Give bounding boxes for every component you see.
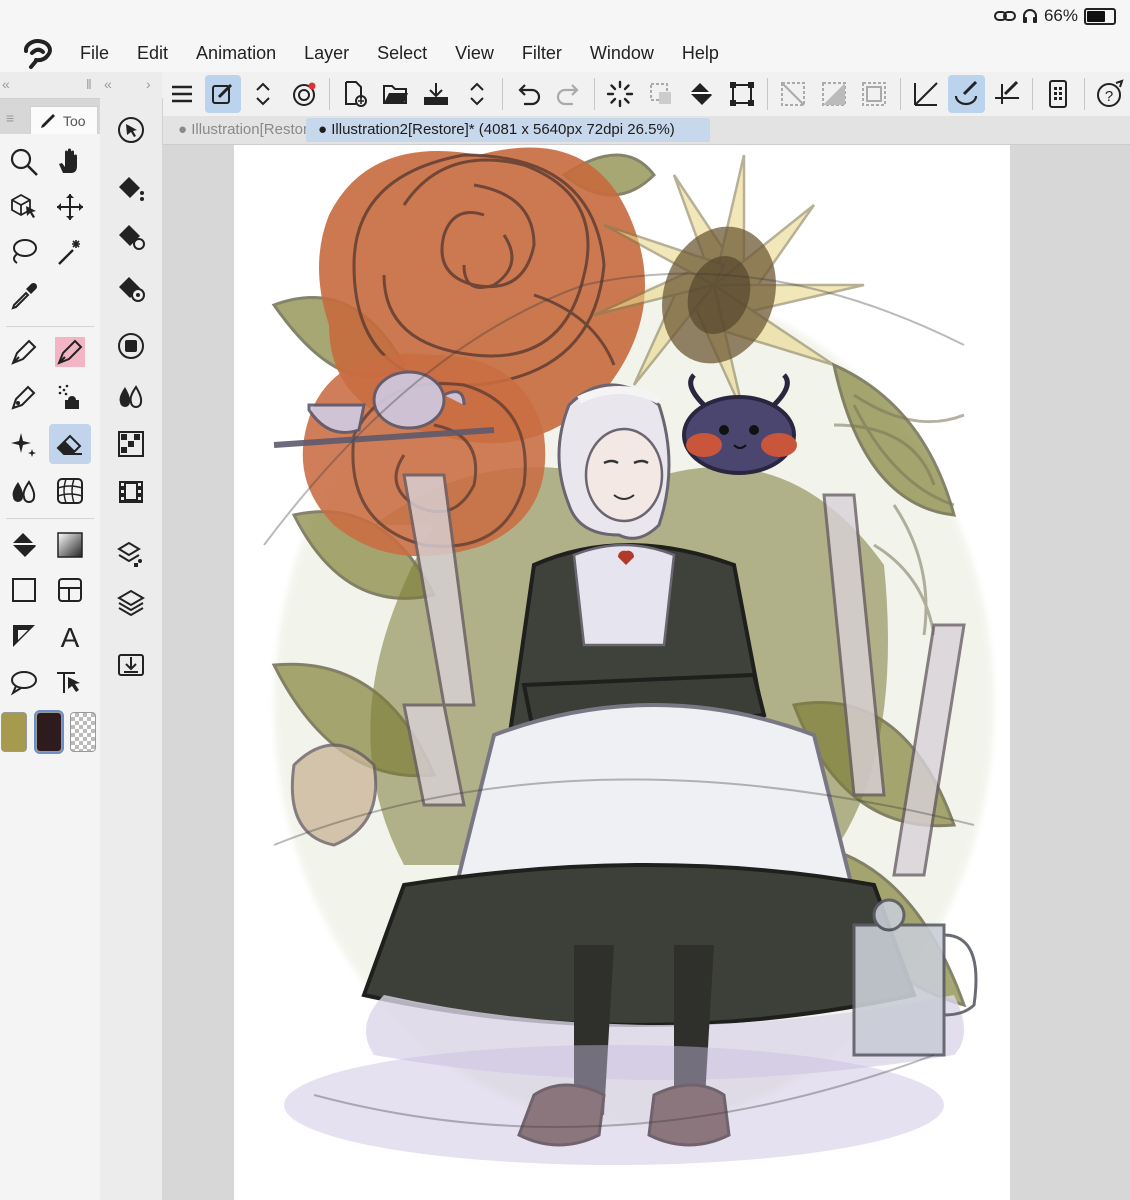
frame-border-icon[interactable] bbox=[49, 570, 91, 610]
tab-illustration2[interactable]: ● Illustration2[Restore]* (4081 x 5640px… bbox=[306, 118, 710, 142]
artwork-illustration[interactable] bbox=[234, 145, 1010, 1200]
menu-icon[interactable] bbox=[164, 75, 201, 113]
tool-property-icon[interactable] bbox=[110, 216, 152, 256]
brush-tool-icon[interactable] bbox=[3, 377, 45, 417]
panel-header: « ‖ « › bbox=[0, 72, 162, 99]
text-tool-icon[interactable]: A bbox=[49, 616, 91, 656]
ruler-snap-icon[interactable] bbox=[908, 75, 945, 113]
hand-tool-icon[interactable] bbox=[49, 142, 91, 182]
tab-label: Illustration2[Restore]* (4081 x 5640px 7… bbox=[331, 121, 675, 138]
link-icon bbox=[993, 11, 1016, 21]
menu-animation[interactable]: Animation bbox=[196, 43, 276, 64]
app-logo-icon[interactable] bbox=[18, 37, 58, 69]
balloon-tool-icon[interactable] bbox=[3, 662, 45, 702]
pen-icon bbox=[41, 113, 55, 128]
collapse-sub-icon[interactable]: « bbox=[104, 76, 112, 92]
menu-filter[interactable]: Filter bbox=[522, 43, 562, 64]
pen-tool-icon[interactable] bbox=[3, 332, 45, 372]
object-tool-icon[interactable] bbox=[3, 187, 45, 227]
menu-file[interactable]: File bbox=[80, 43, 109, 64]
device-icon[interactable] bbox=[1040, 75, 1077, 113]
stepper-icon[interactable] bbox=[459, 75, 496, 113]
pencil-tool-icon[interactable] bbox=[49, 332, 91, 372]
save-icon[interactable] bbox=[418, 75, 455, 113]
material-icon[interactable] bbox=[110, 534, 152, 574]
zoom-tool-icon[interactable] bbox=[3, 142, 45, 182]
brush-snap-icon[interactable] bbox=[948, 75, 985, 113]
open-folder-icon[interactable] bbox=[378, 75, 415, 113]
battery-icon bbox=[1084, 7, 1116, 25]
timeline-icon[interactable] bbox=[110, 472, 152, 512]
loading-icon[interactable] bbox=[602, 75, 639, 113]
status-bar: 66% bbox=[0, 0, 1130, 34]
menu-window[interactable]: Window bbox=[590, 43, 654, 64]
tool-panel-tab[interactable]: Too bbox=[30, 106, 98, 134]
magic-wand-icon[interactable] bbox=[49, 232, 91, 272]
cursor-tool-icon[interactable] bbox=[110, 110, 152, 150]
import-icon[interactable] bbox=[110, 644, 152, 684]
redo-icon[interactable] bbox=[551, 75, 588, 113]
layer-property-icon[interactable] bbox=[110, 168, 152, 208]
figure-tool-icon[interactable] bbox=[3, 570, 45, 610]
navigator-icon[interactable] bbox=[110, 326, 152, 366]
canvas-area[interactable] bbox=[162, 145, 1130, 1200]
menu-edit[interactable]: Edit bbox=[137, 43, 168, 64]
panel-grip-icon[interactable]: ‖ bbox=[86, 76, 92, 92]
menu-layer[interactable]: Layer bbox=[304, 43, 349, 64]
color-mixing-icon[interactable] bbox=[110, 376, 152, 416]
mesh-tool-icon[interactable] bbox=[49, 471, 91, 511]
command-bar: ? bbox=[162, 72, 1130, 117]
menu-view[interactable]: View bbox=[455, 43, 494, 64]
menu-bar: File Edit Animation Layer Select View Fi… bbox=[0, 34, 1130, 72]
svg-text:?: ? bbox=[1105, 88, 1113, 105]
fill-icon[interactable] bbox=[683, 75, 720, 113]
clear-selection-icon[interactable] bbox=[775, 75, 812, 113]
tab-illustration[interactable]: ● Illustration[Restore] bbox=[166, 118, 310, 142]
stepper-icon[interactable] bbox=[245, 75, 282, 113]
invert-selection-icon[interactable] bbox=[816, 75, 853, 113]
airbrush-tool-icon[interactable] bbox=[49, 377, 91, 417]
canvas-paper[interactable] bbox=[234, 145, 1010, 1200]
eyedropper-icon[interactable] bbox=[3, 277, 45, 317]
battery-percent: 66% bbox=[1043, 6, 1078, 25]
line-snap-icon[interactable] bbox=[989, 75, 1026, 113]
gradient-tool-icon[interactable] bbox=[49, 525, 91, 565]
tool-tab-label: Too bbox=[63, 112, 86, 129]
tool-panel: A bbox=[0, 134, 101, 1200]
deselect-icon[interactable] bbox=[643, 75, 680, 113]
new-file-icon[interactable] bbox=[337, 75, 374, 113]
transparent-swatch[interactable] bbox=[70, 712, 96, 752]
undo-icon[interactable] bbox=[510, 75, 547, 113]
selection-border-icon[interactable] bbox=[856, 75, 893, 113]
panel-menu-icon[interactable]: ≡ bbox=[6, 110, 14, 126]
headphones-icon bbox=[1022, 9, 1037, 23]
correct-line-icon[interactable] bbox=[49, 662, 91, 702]
svg-text:A: A bbox=[61, 622, 80, 651]
tab-label: Illustration[Restore] bbox=[191, 121, 310, 138]
sub-color-swatch[interactable] bbox=[34, 710, 64, 754]
menu-select[interactable]: Select bbox=[377, 43, 427, 64]
transform-icon[interactable] bbox=[724, 75, 761, 113]
color-set-icon[interactable] bbox=[110, 424, 152, 464]
move-tool-icon[interactable] bbox=[49, 187, 91, 227]
lasso-tool-icon[interactable] bbox=[3, 232, 45, 272]
help-icon[interactable]: ? bbox=[1092, 75, 1129, 113]
ruler-tool-icon[interactable] bbox=[3, 616, 45, 656]
document-tabs: ● Illustration[Restore] ● Illustration2[… bbox=[162, 116, 1130, 145]
sub-tool-detail-icon[interactable] bbox=[110, 268, 152, 308]
menu-help[interactable]: Help bbox=[682, 43, 719, 64]
command-panel bbox=[100, 98, 163, 1200]
collapse-left-icon[interactable]: « bbox=[2, 76, 10, 92]
main-color-swatch[interactable] bbox=[1, 712, 27, 752]
expand-right-icon[interactable]: › bbox=[146, 76, 151, 92]
snapshot-icon[interactable] bbox=[286, 75, 323, 113]
blend-tool-icon[interactable] bbox=[3, 471, 45, 511]
quick-access-icon[interactable] bbox=[204, 75, 242, 113]
fill-tool-icon[interactable] bbox=[3, 525, 45, 565]
eraser-tool-icon[interactable] bbox=[49, 424, 91, 464]
decoration-tool-icon[interactable] bbox=[3, 424, 45, 464]
layer-icon[interactable] bbox=[110, 582, 152, 622]
